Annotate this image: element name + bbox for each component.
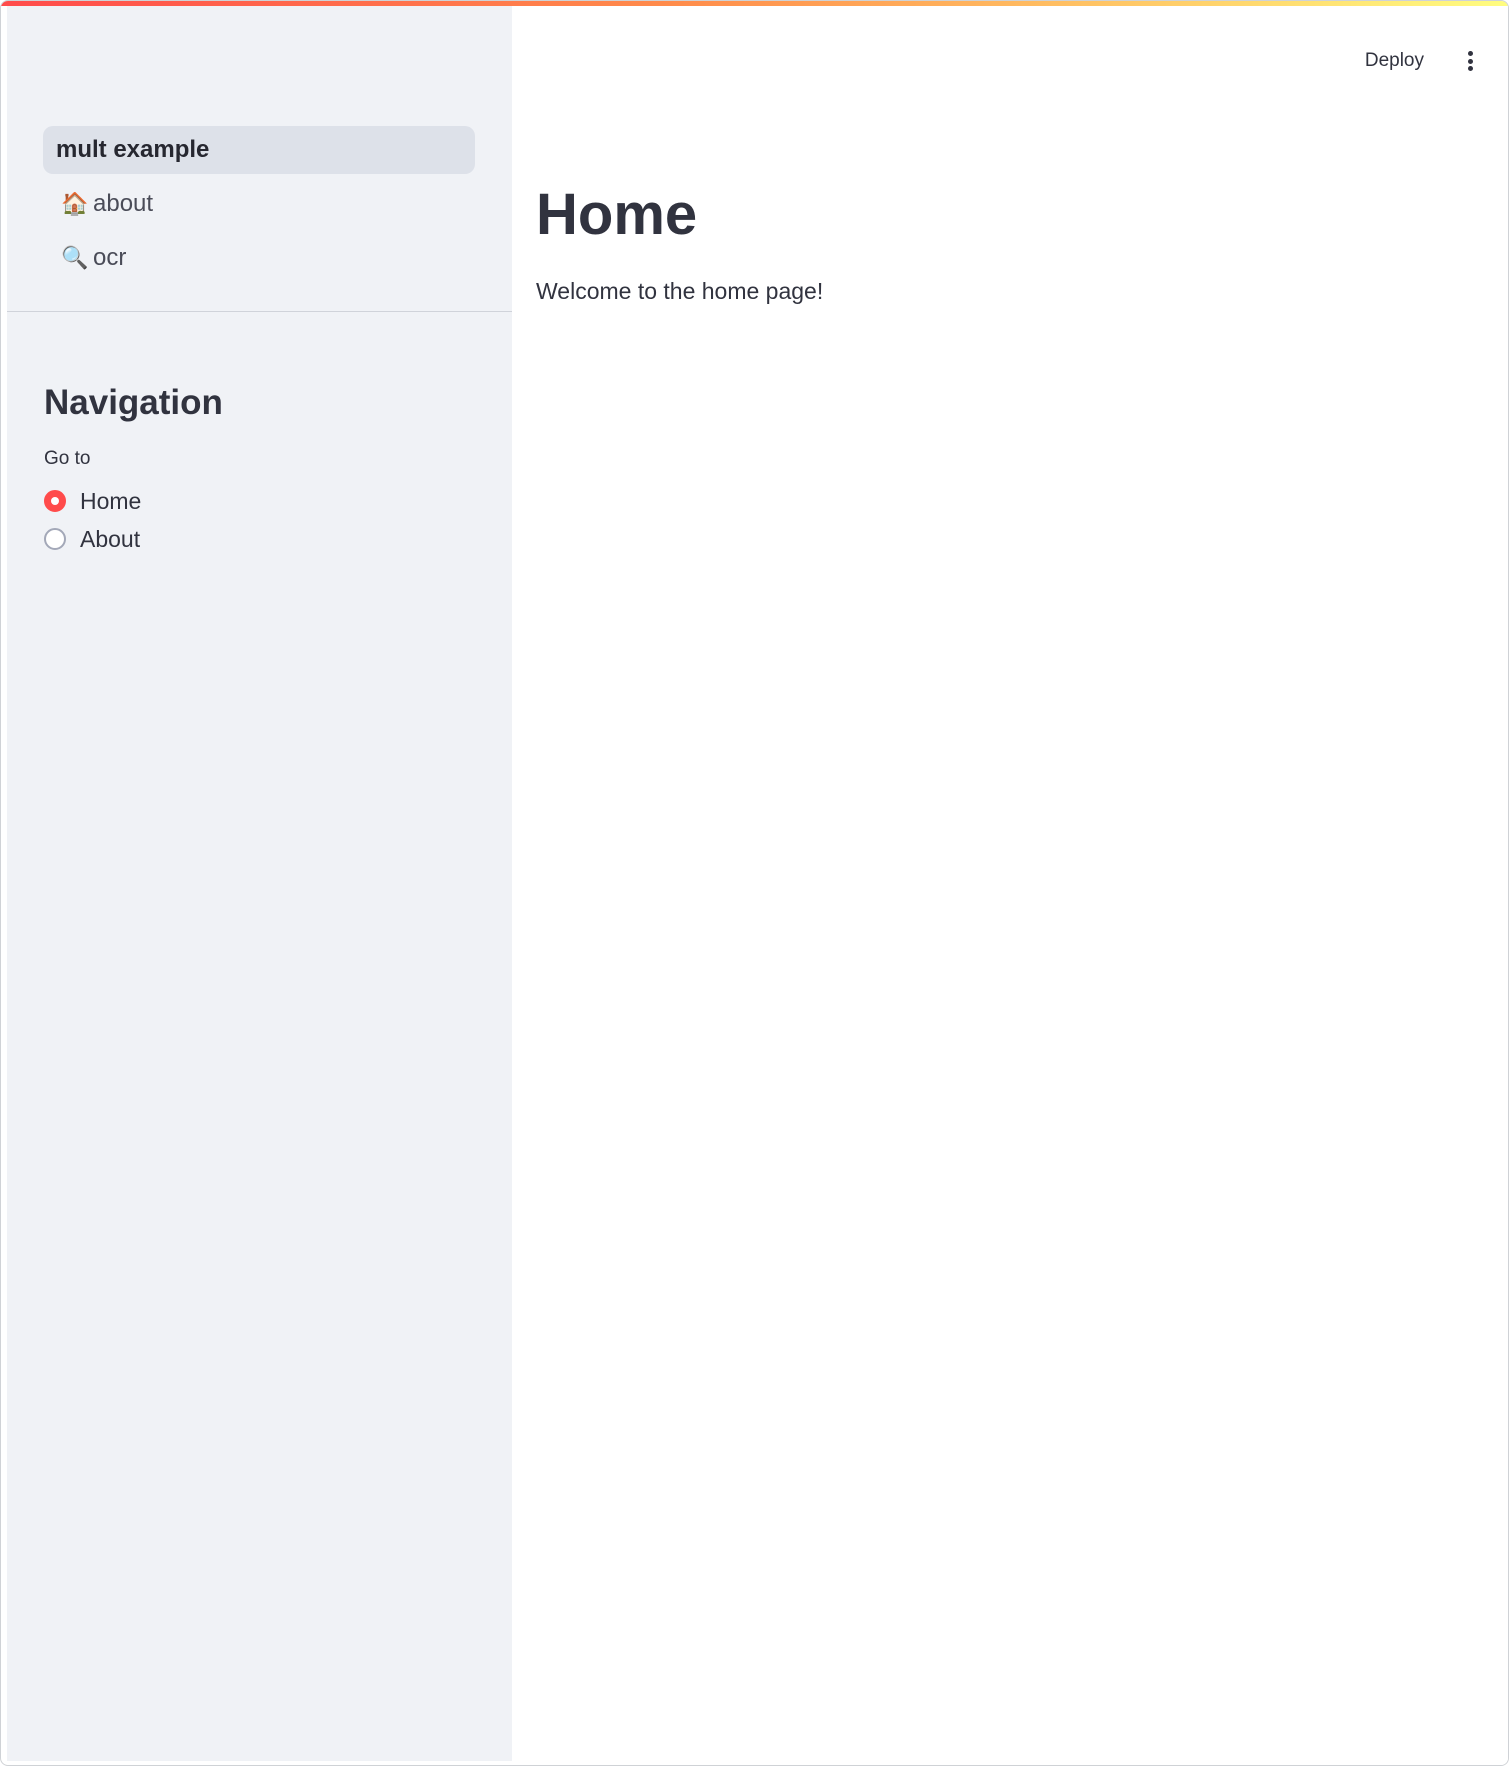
radio-unchecked-icon[interactable] <box>44 528 66 550</box>
sidebar-content: Navigation Go to Home About <box>44 381 476 558</box>
app-window: mult example 🏠 about 🔍 ocr Navigation Go… <box>0 0 1509 1766</box>
deploy-button[interactable]: Deploy <box>1355 44 1434 78</box>
main-content: Deploy Home Welcome to the home page! <box>512 6 1508 1765</box>
top-decoration-bar <box>1 1 1508 6</box>
navigation-heading: Navigation <box>44 383 223 422</box>
sidebar-item-about[interactable]: 🏠 about <box>43 180 475 228</box>
sidebar-item-label: mult example <box>56 136 210 163</box>
page-radio-group: Home About <box>44 482 476 558</box>
house-icon: 🏠 <box>61 191 89 217</box>
sidebar-item-label: ocr <box>93 244 127 271</box>
header-toolbar: Deploy <box>1355 44 1480 78</box>
radio-option-label: Home <box>80 487 142 514</box>
magnifier-icon: 🔍 <box>61 245 89 271</box>
kebab-menu-icon[interactable] <box>1460 47 1480 75</box>
sidebar-item-ocr[interactable]: 🔍 ocr <box>43 234 475 282</box>
sidebar: mult example 🏠 about 🔍 ocr Navigation Go… <box>7 6 512 1761</box>
radio-checked-icon[interactable] <box>44 490 66 512</box>
sidebar-page-nav: mult example 🏠 about 🔍 ocr <box>43 126 475 288</box>
radio-option-about[interactable]: About <box>44 520 476 558</box>
page-title: Home <box>536 182 698 247</box>
radio-group-label: Go to <box>44 448 91 469</box>
welcome-text: Welcome to the home page! <box>536 278 824 304</box>
sidebar-divider <box>7 311 512 312</box>
radio-option-label: About <box>80 525 141 552</box>
sidebar-item-label: about <box>93 190 154 217</box>
radio-option-home[interactable]: Home <box>44 482 476 520</box>
sidebar-item-mult-example[interactable]: mult example <box>43 126 475 174</box>
